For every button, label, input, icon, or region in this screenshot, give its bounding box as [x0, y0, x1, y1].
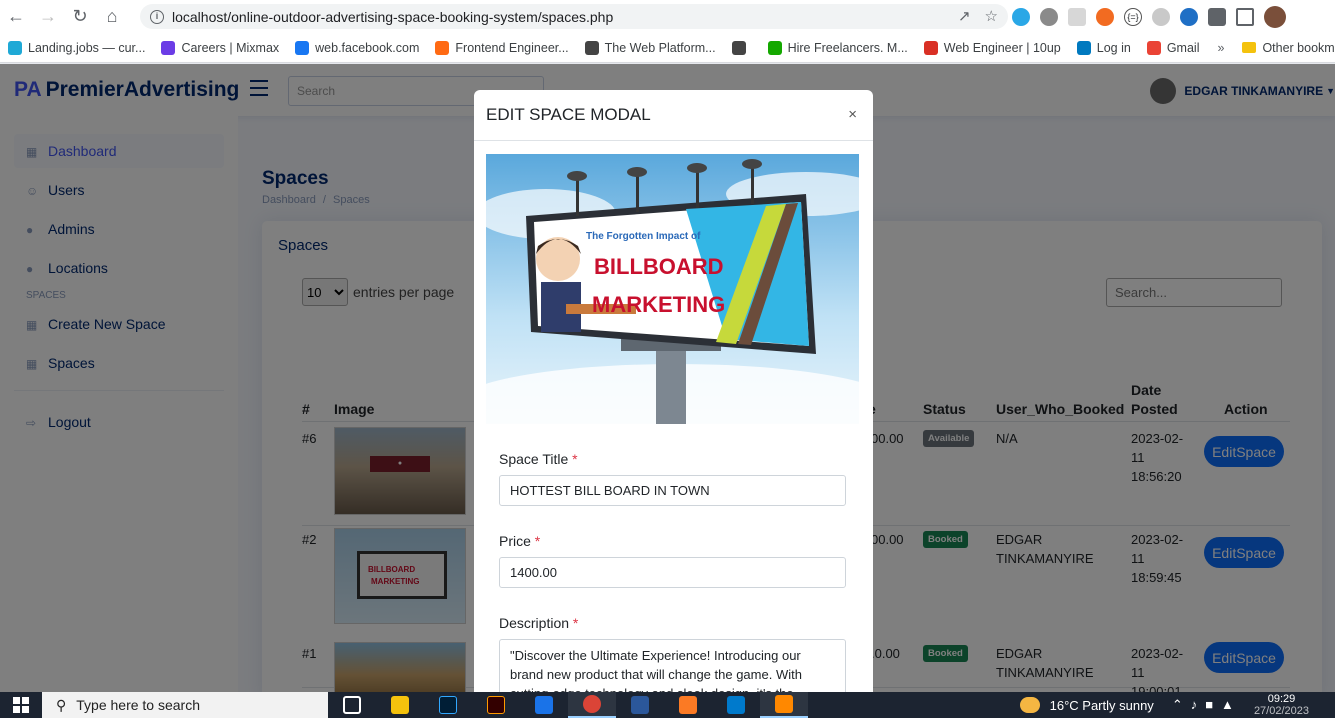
bookmark-favicon-icon	[161, 40, 176, 55]
bookmark-item[interactable]: Hire Freelancers. M...	[760, 33, 916, 62]
windows-taskbar: ⚲ Type here to search 16°C Partly sunny …	[0, 692, 1335, 718]
bookmark-label: Hire Freelancers. M...	[787, 40, 908, 55]
extension-icon[interactable]	[1040, 8, 1058, 26]
extension-icon[interactable]	[1152, 8, 1170, 26]
bookmark-label: Gmail	[1166, 40, 1200, 55]
browser-toolbar: ← → ↻ ⌂ i localhost/online-outdoor-adver…	[0, 0, 1335, 33]
required-mark: *	[572, 615, 579, 631]
json-extension-icon[interactable]: {=}	[1124, 8, 1142, 26]
bookmark-label: Frontend Engineer...	[455, 40, 569, 55]
space-title-input[interactable]: HOTTEST BILL BOARD IN TOWN	[499, 475, 846, 506]
bookmark-favicon-icon	[8, 40, 22, 55]
close-icon[interactable]: ×	[848, 106, 857, 123]
tray-icons[interactable]: ⌃♪■▲	[1172, 697, 1242, 713]
word-icon[interactable]	[616, 692, 664, 718]
back-icon[interactable]: ←	[0, 0, 32, 33]
modal-title: EDIT SPACE MODAL	[486, 105, 651, 124]
bookmark-favicon-icon	[435, 40, 450, 55]
file-explorer-icon[interactable]	[376, 692, 424, 718]
bookmark-label: The Web Platform...	[604, 40, 716, 55]
share-icon[interactable]: ↗	[958, 7, 971, 25]
reload-icon[interactable]: ↻	[64, 0, 96, 33]
task-view-icon[interactable]	[328, 692, 376, 718]
extensions-area: {=}	[1012, 6, 1286, 28]
chrome-icon[interactable]	[568, 692, 616, 718]
billboard-subtitle: The Forgotten Impact of	[586, 231, 701, 242]
bookmark-label: Log in	[1096, 40, 1131, 55]
home-icon[interactable]: ⌂	[96, 0, 128, 33]
bookmark-label: Careers | Mixmax	[181, 40, 280, 55]
bookmark-favicon-icon	[295, 40, 310, 55]
modal-header: EDIT SPACE MODAL ×	[474, 90, 873, 141]
clock-date: 27/02/2023	[1253, 705, 1309, 717]
bookmarks-overflow-button[interactable]: »	[1207, 41, 1234, 55]
other-bookmarks-folder[interactable]: Other bookmarks	[1234, 33, 1335, 62]
bookmark-item[interactable]: Web Engineer | 10up	[916, 33, 1069, 62]
label-text: Space Title	[499, 451, 569, 467]
clock-time: 09:29	[1267, 693, 1296, 705]
extension-icon[interactable]	[1012, 8, 1030, 26]
puzzle-icon[interactable]	[1208, 8, 1226, 26]
profile-avatar[interactable]	[1264, 6, 1286, 28]
bookmark-item[interactable]: Landing.jobs — cur...	[0, 33, 153, 62]
forward-icon[interactable]: →	[32, 0, 64, 33]
label-text: Description	[499, 615, 570, 631]
site-info-icon[interactable]: i	[150, 9, 164, 24]
star-icon[interactable]: ☆	[985, 7, 998, 25]
xampp-icon[interactable]	[664, 692, 712, 718]
bookmark-item[interactable]: The Web Platform...	[577, 33, 724, 62]
bookmark-item[interactable]: Frontend Engineer...	[427, 33, 576, 62]
space-title-label: Space Title *	[499, 451, 578, 467]
taskbar-search-input[interactable]: ⚲ Type here to search	[42, 692, 328, 718]
bookmark-label: Landing.jobs — cur...	[28, 40, 146, 55]
required-mark: *	[534, 533, 541, 549]
side-panel-icon[interactable]	[1236, 8, 1254, 26]
billboard-line2: MARKETING	[592, 292, 725, 317]
url-text: localhost/online-outdoor-advertising-spa…	[172, 8, 614, 25]
shield-app-icon[interactable]	[520, 692, 568, 718]
price-label: Price *	[499, 533, 540, 549]
system-tray: 16°C Partly sunny ⌃♪■▲ 09:29 27/02/2023	[1019, 692, 1335, 718]
search-icon: ⚲	[56, 696, 67, 713]
vlc-icon[interactable]	[760, 692, 808, 718]
description-label: Description *	[499, 615, 578, 631]
illustrator-icon[interactable]	[472, 692, 520, 718]
bookmark-favicon-icon	[584, 40, 599, 55]
photoshop-icon[interactable]	[424, 692, 472, 718]
bookmark-favicon-icon	[923, 40, 938, 55]
bookmark-item[interactable]: web.facebook.com	[287, 33, 427, 62]
bookmark-favicon-icon	[1076, 40, 1091, 55]
bookmark-label: web.facebook.com	[315, 40, 420, 55]
bookmark-item[interactable]	[724, 33, 760, 62]
clock[interactable]: 09:29 27/02/2023	[1254, 693, 1309, 717]
description-textarea[interactable]: "Discover the Ultimate Experience! Intro…	[499, 639, 846, 692]
space-image: The Forgotten Impact of BILLBOARD MARKET…	[486, 154, 859, 424]
extension-icon[interactable]	[1068, 8, 1086, 26]
windows-start-icon[interactable]	[0, 692, 42, 718]
bookmark-favicon-icon	[767, 40, 782, 55]
bookmark-favicon-icon	[1146, 40, 1161, 55]
required-mark: *	[572, 451, 578, 467]
billboard-line1: BILLBOARD	[594, 254, 724, 279]
bookmark-item[interactable]: Log in	[1069, 33, 1139, 62]
edit-space-modal: EDIT SPACE MODAL × The Forgotten Impact …	[474, 90, 873, 692]
weather-text[interactable]: 16°C Partly sunny	[1050, 698, 1154, 713]
price-input[interactable]: 1400.00	[499, 557, 846, 588]
bookmark-favicon-icon	[731, 40, 746, 55]
extension-icon[interactable]	[1096, 8, 1114, 26]
extension-icon[interactable]	[1180, 8, 1198, 26]
taskbar-search-placeholder: Type here to search	[76, 697, 201, 713]
billboard-illustration: The Forgotten Impact of BILLBOARD MARKET…	[486, 154, 859, 424]
vscode-icon[interactable]	[712, 692, 760, 718]
label-text: Price	[499, 533, 531, 549]
weather-icon	[1019, 697, 1040, 713]
bookmark-item[interactable]: Gmail	[1139, 33, 1208, 62]
bookmark-label: Web Engineer | 10up	[943, 40, 1061, 55]
bookmark-item[interactable]: Careers | Mixmax	[153, 33, 287, 62]
other-bookmarks-label: Other bookmarks	[1262, 40, 1335, 55]
bookmarks-bar: Landing.jobs — cur... Careers | Mixmax web…	[0, 33, 1335, 63]
folder-icon	[1242, 42, 1257, 53]
address-bar[interactable]: i localhost/online-outdoor-advertising-s…	[140, 4, 1008, 29]
